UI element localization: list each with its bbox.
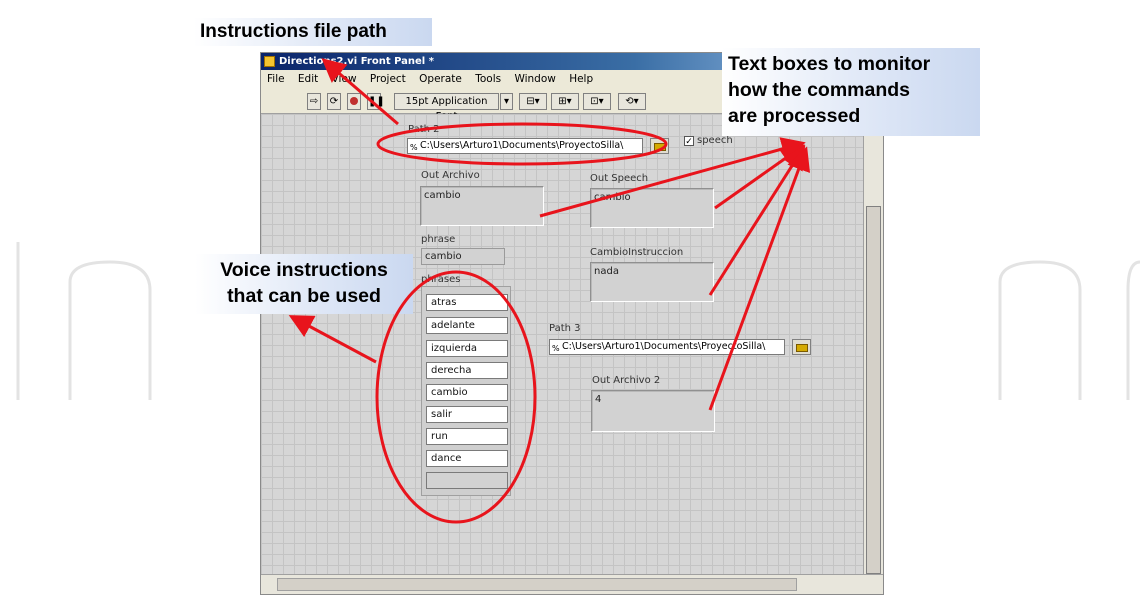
run-arrow-icon[interactable]: ⇨ bbox=[307, 93, 321, 110]
distribute-objects-icon[interactable]: ⊞▾ bbox=[551, 93, 579, 110]
path2-label: Path 2 bbox=[408, 124, 440, 135]
callout-line: are processed bbox=[728, 105, 861, 127]
phrases-array: atras adelante izquierda derecha cambio … bbox=[421, 286, 511, 496]
menu-edit[interactable]: Edit bbox=[298, 73, 318, 85]
speech-checkbox[interactable]: ✓ bbox=[684, 136, 694, 146]
reorder-icon[interactable]: ⟲▾ bbox=[618, 93, 646, 110]
phrase-indicator: cambio bbox=[421, 248, 505, 265]
phrase-item[interactable]: run bbox=[426, 428, 508, 445]
path3-label: Path 3 bbox=[549, 323, 581, 334]
vi-icon bbox=[264, 56, 275, 67]
cambio-instruccion-label: CambioInstruccion bbox=[590, 247, 684, 258]
phrase-item[interactable]: atras bbox=[426, 294, 508, 311]
resize-objects-icon[interactable]: ⊡▾ bbox=[583, 93, 611, 110]
pause-icon[interactable]: ❚❚ bbox=[367, 93, 385, 110]
phrase-item[interactable]: salir bbox=[426, 406, 508, 423]
callout-line: how the commands bbox=[728, 79, 911, 101]
callout-text-boxes: Text boxes to monitor how the commands a… bbox=[722, 48, 980, 136]
callout-voice-instructions: Voice instructions that can be used bbox=[195, 254, 413, 314]
out-archivo-indicator: cambio bbox=[420, 186, 544, 226]
window-title: Directions2.vi Front Panel * bbox=[279, 56, 434, 67]
speech-label: speech bbox=[697, 135, 733, 146]
font-select[interactable]: 15pt Application Font bbox=[394, 93, 499, 122]
phrase-item[interactable]: adelante bbox=[426, 317, 508, 334]
scroll-thumb[interactable] bbox=[277, 578, 797, 591]
callout-line: Text boxes to monitor bbox=[728, 53, 931, 75]
run-continuously-icon[interactable]: ⟳ bbox=[327, 93, 341, 110]
browse-button[interactable] bbox=[792, 339, 811, 355]
menu-view[interactable]: View bbox=[332, 73, 357, 85]
browse-button[interactable] bbox=[650, 138, 669, 154]
menu-help[interactable]: Help bbox=[569, 73, 593, 85]
out-archivo-label: Out Archivo bbox=[421, 170, 480, 181]
path2-value: C:\Users\Arturo1\Documents\ProyectoSilla… bbox=[420, 140, 624, 151]
menu-window[interactable]: Window bbox=[514, 73, 555, 85]
path2-field[interactable]: % C:\Users\Arturo1\Documents\ProyectoSil… bbox=[407, 138, 643, 154]
abort-icon[interactable] bbox=[347, 93, 361, 110]
out-speech-indicator: cambio bbox=[590, 188, 714, 228]
phrase-item[interactable]: derecha bbox=[426, 362, 508, 379]
path3-field[interactable]: % C:\Users\Arturo1\Documents\ProyectoSil… bbox=[549, 339, 785, 355]
front-panel: Path 2 % C:\Users\Arturo1\Documents\Proy… bbox=[261, 114, 865, 576]
phrase-item[interactable]: izquierda bbox=[426, 340, 508, 357]
menu-project[interactable]: Project bbox=[370, 73, 406, 85]
menu-operate[interactable]: Operate bbox=[419, 73, 462, 85]
phrase-item[interactable]: dance bbox=[426, 450, 508, 467]
menu-tools[interactable]: Tools bbox=[475, 73, 501, 85]
path-icon: % bbox=[410, 143, 418, 152]
font-dropdown-icon[interactable]: ▾ bbox=[500, 93, 513, 110]
path-icon: % bbox=[552, 344, 560, 353]
cambio-instruccion-indicator: nada bbox=[590, 262, 714, 302]
folder-icon bbox=[796, 344, 808, 352]
align-objects-icon[interactable]: ⊟▾ bbox=[519, 93, 547, 110]
folder-icon bbox=[654, 143, 666, 151]
callout-line: Voice instructions bbox=[220, 259, 388, 281]
scroll-thumb[interactable] bbox=[866, 206, 881, 574]
out-archivo2-indicator: 4 bbox=[591, 390, 715, 432]
out-archivo2-label: Out Archivo 2 bbox=[592, 375, 661, 386]
phrase-item-empty[interactable] bbox=[426, 472, 508, 489]
path3-value: C:\Users\Arturo1\Documents\ProyectoSilla… bbox=[562, 341, 766, 352]
vertical-scrollbar[interactable] bbox=[863, 114, 883, 576]
phrases-label: phrases bbox=[421, 274, 461, 285]
phrase-item[interactable]: cambio bbox=[426, 384, 508, 401]
callout-instructions-path: Instructions file path bbox=[194, 18, 432, 46]
phrase-label: phrase bbox=[421, 234, 456, 245]
out-speech-label: Out Speech bbox=[590, 173, 649, 184]
horizontal-scrollbar[interactable] bbox=[261, 574, 883, 594]
menu-file[interactable]: File bbox=[267, 73, 285, 85]
callout-line: that can be used bbox=[227, 285, 381, 307]
